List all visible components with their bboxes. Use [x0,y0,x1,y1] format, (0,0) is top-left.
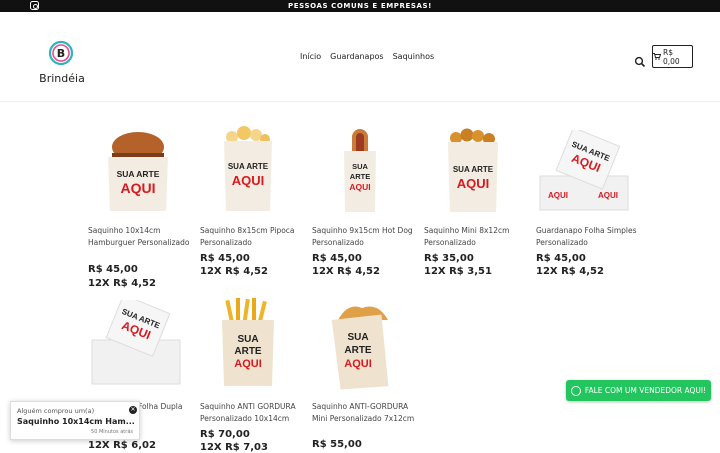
bag-art-line1: SUA [347,332,368,343]
whatsapp-label: FALE COM UM VENDEDOR AQUI! [584,386,707,395]
product-image-mini-bag[interactable]: SUA ARTE AQUI [444,126,502,213]
logo-text: Brindéia [39,72,85,85]
product-image-napkins[interactable]: SUA ARTE AQUI AQUI AQUI [538,127,630,212]
bag-art-line3: AQUI [349,182,370,192]
svg-text:AQUI: AQUI [598,191,618,200]
popup-time: 50 Minutos atrás [91,429,133,435]
product-installment: 12X R$ 4,52 [536,266,604,277]
product-installment: 12X R$ 4,52 [200,266,268,277]
cart-button[interactable]: R$ 0,00 [652,45,693,68]
product-image-fries-bag[interactable]: SUA ARTE AQUI [218,298,278,388]
product-installment: 12X R$ 7,03 [200,442,268,453]
bag-art-line1: SUA ARTE [228,162,269,171]
announcement-text: PESSOAS COMUNS E EMPRESAS! [288,2,432,10]
bag-art-line1: SUA [352,162,368,171]
bag-art-line3: AQUI [344,358,372,370]
product-image-pastel-bag[interactable]: SUA ARTE AQUI [328,300,394,390]
product-image-popcorn-bag[interactable]: SUA ARTE AQUI [218,125,278,213]
whatsapp-contact-button[interactable]: FALE COM UM VENDEDOR AQUI! [566,380,711,401]
product-title[interactable]: Saquinho Mini 8x12cm Personalizado [424,225,534,248]
bag-art-line3: AQUI [234,358,262,370]
product-price: R$ 45,00 [312,253,362,264]
svg-text:AQUI: AQUI [548,191,568,200]
bag-art-line2: AQUI [121,180,156,196]
product-image-napkins-double[interactable]: SUA ARTE AQUI [90,294,182,386]
nav-guardanapos[interactable]: Guardanapos [330,52,383,61]
popup-intro-text: Alguém comprou um(a) [17,407,95,415]
product-image-hotdog-bag[interactable]: SUA ARTE AQUI [340,127,380,213]
bag-art-line1: SUA ARTE [453,165,494,174]
product-title[interactable]: Saquinho 9x15cm Hot Dog Personalizado [312,225,422,248]
bag-art-line2: AQUI [232,173,265,188]
product-price: R$ 70,00 [200,429,250,440]
product-image-burger-bag[interactable]: SUA ARTE AQUI [100,127,176,213]
product-title[interactable]: Saquinho ANTI-GORDURA Mini Personalizado… [312,401,422,424]
product-price: R$ 55,00 [312,439,362,450]
close-icon[interactable]: ✕ [129,406,137,414]
product-title[interactable]: Guardanapo Folha Simples Personalizado [536,225,646,248]
top-announcement-bar: PESSOAS COMUNS E EMPRESAS! [0,0,720,12]
product-price: R$ 45,00 [536,253,586,264]
product-price: R$ 35,00 [424,253,474,264]
product-title[interactable]: Saquinho ANTI GORDURA Personalizado 10x1… [200,401,310,424]
cart-total: R$ 0,00 [662,47,680,66]
product-title[interactable]: Saquinho 8x15cm Pipoca Personalizado [200,225,310,248]
product-installment: 12X R$ 6,02 [88,440,156,451]
svg-text:B: B [57,47,65,60]
popup-product-name[interactable]: Saquinho 10x14cm Ham... [17,417,135,426]
product-installment: 12X R$ 3,51 [424,266,492,277]
nav-inicio[interactable]: Início [300,52,321,61]
product-price: R$ 45,00 [88,264,138,275]
main-nav: Início Guardanapos Saquinhos [300,52,434,61]
bag-art-line2: ARTE [350,172,370,181]
product-installment: 12X R$ 4,52 [88,278,156,289]
brand-logo[interactable]: B Brindéia [33,38,91,88]
product-title[interactable]: Saquinho 10x14cm Hamburguer Personalizad… [88,225,198,248]
cart-icon [653,53,661,60]
bag-art-line2: AQUI [457,176,490,191]
whatsapp-icon [570,385,581,396]
site-header: B Brindéia Início Guardanapos Saquinhos … [0,12,720,102]
bag-art-line1: SUA [237,334,258,345]
product-installment: 12X R$ 4,52 [312,266,380,277]
nav-saquinhos[interactable]: Saquinhos [393,52,435,61]
recent-purchase-popup[interactable]: Alguém comprou um(a) ✕ Saquinho 10x14cm … [10,401,140,440]
bag-art-line2: ARTE [344,345,372,356]
product-price: R$ 45,00 [200,253,250,264]
bag-art-line2: ARTE [234,346,262,357]
bag-art-line1: SUA ARTE [117,169,160,179]
product-title[interactable]: Folha Dupla [138,401,198,413]
search-icon[interactable] [634,53,646,68]
